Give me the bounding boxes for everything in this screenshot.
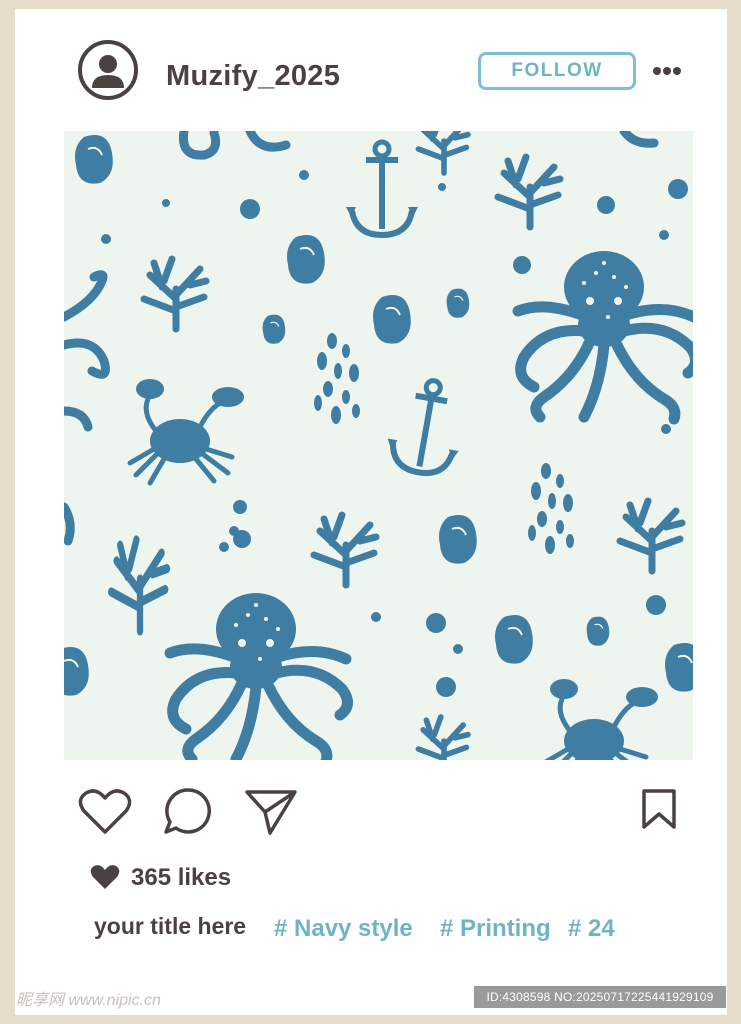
caption-title: your title here [94, 913, 247, 939]
comment-bubble-icon[interactable] [162, 786, 212, 836]
user-icon [92, 55, 124, 88]
more-horizontal-icon[interactable] [652, 65, 682, 77]
likes-count[interactable]: 365 likes [131, 864, 231, 892]
watermark-right: ID:4308598 NO:20250717225441929109 [474, 986, 726, 1008]
filled-heart-icon [90, 865, 120, 889]
follow-button[interactable]: FOLLOW [478, 52, 636, 90]
username[interactable]: Muzify_2025 [166, 60, 340, 93]
hashtag-printing[interactable]: # Printing [440, 915, 551, 943]
hashtag-24[interactable]: # 24 [568, 915, 615, 943]
bookmark-icon[interactable] [640, 788, 678, 830]
post-image[interactable] [64, 131, 693, 760]
heart-icon[interactable] [78, 788, 132, 836]
paper-plane-icon[interactable] [244, 788, 298, 836]
avatar[interactable] [78, 40, 138, 100]
watermark-left: 昵享网 www.nipic.cn [16, 992, 161, 1009]
sea-creatures-pattern [64, 131, 693, 760]
hashtag-navy-style[interactable]: # Navy style [274, 915, 413, 943]
